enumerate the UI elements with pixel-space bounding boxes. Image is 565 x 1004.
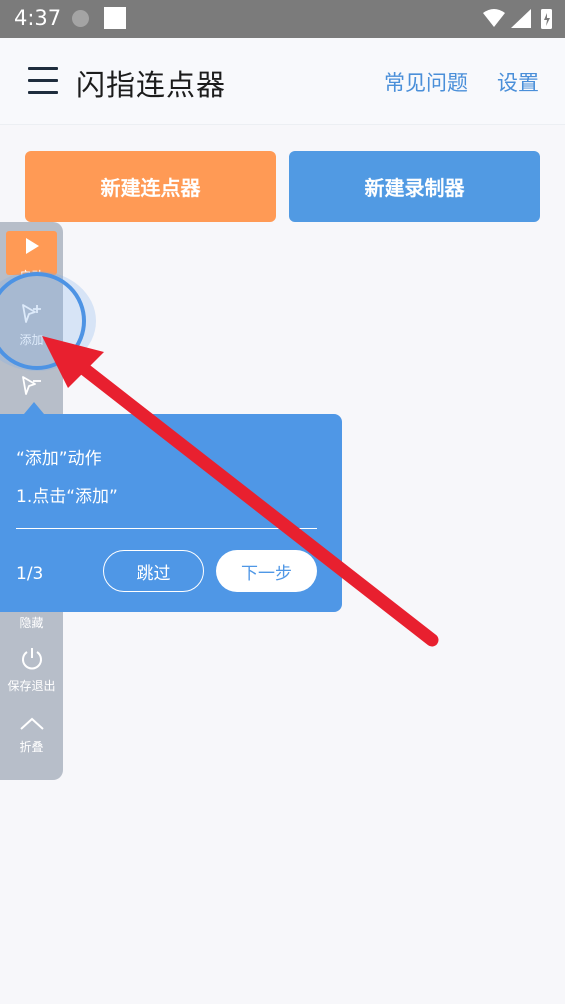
settings-link[interactable]: 设置 (497, 67, 539, 97)
fold-label: 折叠 (19, 740, 44, 754)
tooltip-divider (16, 528, 317, 529)
hide-label: 隐藏 (19, 616, 44, 630)
play-icon (26, 238, 39, 254)
save-exit-button[interactable]: 保存退出 (0, 646, 63, 694)
signal-icon (511, 9, 531, 28)
menu-icon[interactable] (28, 67, 58, 95)
next-step-button[interactable]: 下一步 (216, 550, 317, 592)
fold-button[interactable]: 折叠 (0, 715, 63, 755)
start-button[interactable]: 启动 (6, 231, 57, 275)
status-time: 4:37 (14, 6, 62, 30)
faq-link[interactable]: 常见问题 (384, 67, 468, 97)
save-exit-label: 保存退出 (7, 679, 56, 693)
status-bar: 4:37 (0, 0, 565, 38)
guide-tooltip: “添加”动作 1.点击“添加” 1/3 跳过 下一步 (0, 414, 342, 612)
status-icons (483, 9, 552, 29)
app-title: 闪指连点器 (76, 68, 227, 102)
tooltip-title: “添加”动作 (16, 449, 102, 469)
tooltip-caret (24, 402, 44, 414)
chevron-up-icon (19, 717, 44, 730)
app-bar: 闪指连点器 常见问题 设置 (0, 38, 565, 125)
tooltip-step: 1.点击“添加” (16, 487, 118, 507)
tooltip-page-indicator: 1/3 (16, 564, 44, 584)
power-icon (21, 648, 42, 670)
hide-button[interactable]: 隐藏 (0, 612, 63, 631)
notification-square-icon (104, 7, 126, 29)
new-clicker-button[interactable]: 新建连点器 (25, 151, 276, 222)
new-recorder-button[interactable]: 新建录制器 (289, 151, 540, 222)
notification-dot-icon (72, 10, 89, 27)
skip-button[interactable]: 跳过 (103, 550, 204, 592)
wifi-icon (483, 9, 505, 27)
remove-cursor-icon (21, 376, 41, 395)
